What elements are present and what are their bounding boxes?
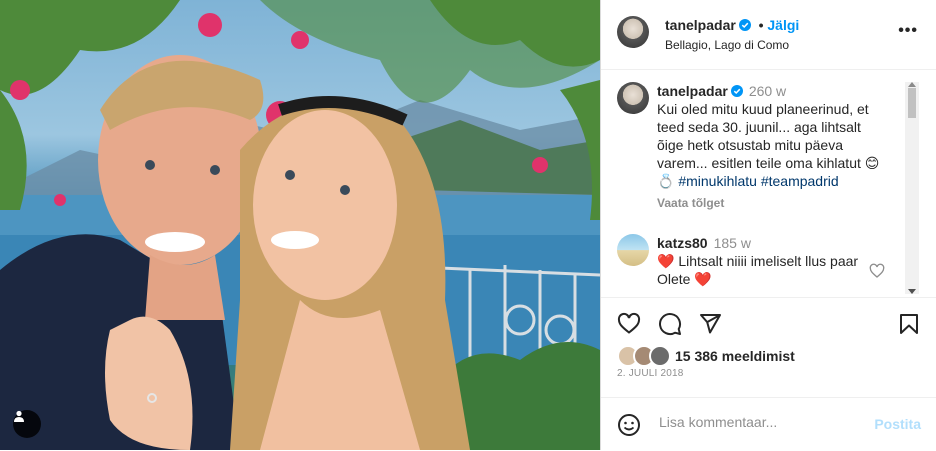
comments-section[interactable]: tanelpadar 260 w Kui oled mitu kuud plane…	[601, 70, 936, 296]
scroll-up-arrow-icon[interactable]	[908, 82, 916, 87]
author-header: tanelpadar • Jälgi	[665, 17, 799, 33]
see-translation-link[interactable]: Vaata tõlget	[657, 196, 724, 210]
commenter-avatar[interactable]	[617, 234, 649, 266]
like-heart-icon[interactable]	[617, 312, 641, 336]
author-avatar[interactable]	[617, 16, 649, 48]
caption: tanelpadar 260 w Kui oled mitu kuud plane…	[657, 82, 889, 190]
comment-like-heart-icon[interactable]	[869, 263, 885, 279]
post-header: tanelpadar • Jälgi Bellagio, Lago di Com…	[601, 0, 936, 70]
likes-summary[interactable]: 15 386 meeldimist	[617, 345, 795, 367]
author-username[interactable]: tanelpadar	[665, 17, 736, 33]
heart-emoji: ❤️	[694, 271, 712, 287]
likes-count[interactable]: 15 386 meeldimist	[675, 348, 795, 364]
caption-avatar[interactable]	[617, 82, 649, 114]
hashtag-link[interactable]: #teampadrid	[761, 173, 839, 189]
comment: katzs80 185 w ❤️ Lihtsalt niiii imeliselt…	[657, 234, 865, 288]
post-photo[interactable]	[0, 0, 600, 450]
post-comment-button[interactable]: Postita	[874, 416, 921, 432]
caption-text: Kui oled mitu kuud planeerinud, et teed …	[657, 101, 880, 171]
comments-scrollbar[interactable]	[905, 82, 919, 294]
comment-bubble-icon[interactable]	[658, 312, 682, 336]
user-icon	[14, 410, 24, 422]
save-bookmark-icon[interactable]	[897, 312, 921, 336]
caption-username[interactable]: tanelpadar	[657, 83, 728, 99]
commenter-username[interactable]: katzs80	[657, 235, 708, 251]
verified-badge-icon	[738, 19, 751, 31]
comment-time[interactable]: 185 w	[714, 235, 751, 251]
scroll-down-arrow-icon[interactable]	[908, 289, 916, 294]
ring-emoji: 💍	[657, 173, 675, 189]
post-date[interactable]: 2. JUULI 2018	[617, 368, 684, 379]
tagged-users-button[interactable]	[13, 410, 41, 438]
comment-input[interactable]	[657, 413, 861, 431]
emoji-icon[interactable]	[617, 413, 641, 437]
post-actions: 15 386 meeldimist 2. JUULI 2018	[601, 297, 936, 398]
comment-text: Lihtsalt niiii imeliselt llus paar Olete	[657, 253, 859, 287]
verified-badge-icon	[730, 85, 743, 97]
more-options-icon[interactable]: •••	[898, 22, 918, 40]
hashtag-link[interactable]: #minukihlatu	[678, 173, 757, 189]
separator-dot: •	[754, 17, 768, 33]
heart-emoji: ❤️	[657, 253, 675, 269]
post-sidebar: tanelpadar • Jälgi Bellagio, Lago di Com…	[600, 0, 936, 450]
scrollbar-thumb[interactable]	[908, 88, 916, 118]
post-dialog: tanelpadar • Jälgi Bellagio, Lago di Com…	[0, 0, 936, 450]
liker-avatar	[649, 345, 671, 367]
follow-button[interactable]: Jälgi	[767, 17, 799, 33]
photo-illustration	[0, 0, 600, 450]
add-comment-bar: Postita	[601, 397, 936, 451]
location-link[interactable]: Bellagio, Lago di Como	[665, 38, 789, 52]
caption-time[interactable]: 260 w	[749, 83, 786, 99]
share-send-icon[interactable]	[698, 312, 722, 336]
